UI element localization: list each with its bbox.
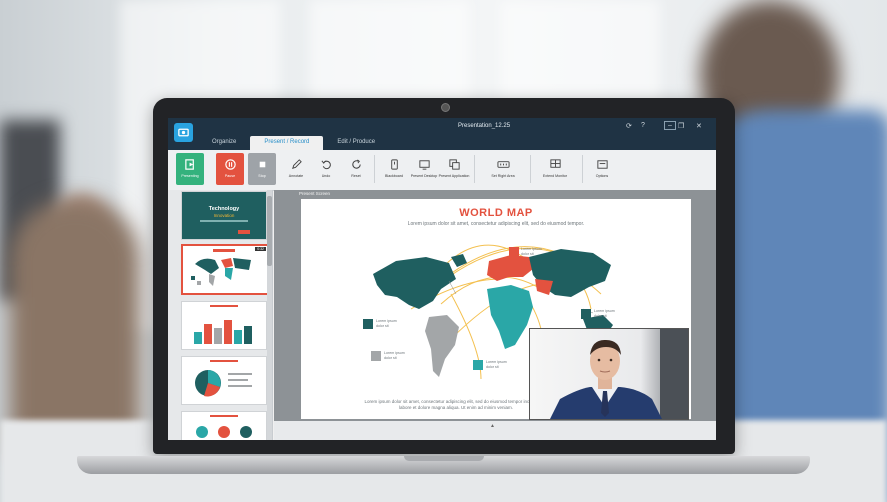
undo-button[interactable]: Undo xyxy=(312,153,340,185)
main-tabs: Organize Present / Record Edit / Produce xyxy=(198,136,389,150)
legend-item: Lorem ipsum dolor sit xyxy=(473,360,512,370)
desktop-icon xyxy=(417,157,431,171)
presenter-video xyxy=(530,329,688,419)
extend-monitor-button[interactable]: Extend Monitor xyxy=(538,153,572,185)
thumbnail-scrollbar[interactable] xyxy=(267,190,272,440)
tab-present-record[interactable]: Present / Record xyxy=(250,136,324,150)
present-screen-footer: ▲ xyxy=(274,421,716,440)
stop-icon xyxy=(255,157,269,171)
pause-icon xyxy=(223,157,237,171)
reset-button[interactable]: Reset xyxy=(342,153,370,185)
slide-footer-text: Lorem ipsum dolor sit amet, consectetur … xyxy=(364,399,548,410)
options-button[interactable]: Options xyxy=(588,153,616,185)
slide-thumbnail-selected[interactable]: 0:32 xyxy=(181,244,269,295)
legend-item: Lorem ipsum dolor sit xyxy=(371,351,410,361)
options-icon xyxy=(595,157,609,171)
window-title: Presentation_12.25 xyxy=(458,123,511,129)
minimize-button[interactable]: – xyxy=(664,121,676,130)
present-screen-label: Present Screen xyxy=(299,191,331,196)
present-desktop-button[interactable]: Present Desktop xyxy=(410,153,438,185)
stop-button[interactable]: Stop xyxy=(248,153,276,185)
slide-thumbnail[interactable] xyxy=(181,356,267,405)
presenting-icon xyxy=(183,157,197,171)
refresh-icon[interactable]: ⟳ xyxy=(626,122,632,130)
slide-thumbnail[interactable]: Technology Innovation xyxy=(181,191,267,240)
legend-item: Lorem ipsum dolor sit xyxy=(521,247,542,256)
title-bar: Organize Present / Record Edit / Produce… xyxy=(168,118,716,150)
slide-thumbnail[interactable] xyxy=(181,411,267,440)
annotate-button[interactable]: Annotate xyxy=(282,153,310,185)
webcam-overlay[interactable] xyxy=(529,328,689,420)
ribbon-toolbar: Presenting Pause Stop Annotate Undo Rese… xyxy=(168,150,716,191)
blackboard-icon xyxy=(387,157,401,171)
presenting-button[interactable]: Presenting xyxy=(176,153,204,185)
help-icon[interactable]: ? xyxy=(641,122,645,129)
app-logo-icon[interactable] xyxy=(174,123,193,142)
area-icon xyxy=(496,157,510,171)
close-button[interactable]: ✕ xyxy=(696,122,702,130)
blackboard-button[interactable]: Blackboard xyxy=(380,153,408,185)
resize-grip-icon[interactable]: ▲ xyxy=(490,423,495,429)
slide-thumbnail-panel: Technology Innovation 0:32 xyxy=(168,190,273,440)
slide-duration-badge: 0:32 xyxy=(255,247,266,251)
present-application-button[interactable]: Present Application xyxy=(439,153,469,185)
legend-item: Lorem ipsum dolor sit xyxy=(581,309,620,319)
legend-item: Lorem ipsum dolor sit xyxy=(363,319,402,329)
tab-organize[interactable]: Organize xyxy=(198,136,250,150)
application-icon xyxy=(447,157,461,171)
laptop-camera xyxy=(441,103,450,112)
maximize-button[interactable]: ❐ xyxy=(678,122,684,130)
slide-thumbnail[interactable] xyxy=(181,301,267,350)
set-right-area-button[interactable]: Set Right Area xyxy=(486,153,520,185)
tab-edit-produce[interactable]: Edit / Produce xyxy=(323,136,389,150)
app-window: Organize Present / Record Edit / Produce… xyxy=(168,118,716,440)
reset-icon xyxy=(349,157,363,171)
pause-button[interactable]: Pause xyxy=(216,153,244,185)
monitor-icon xyxy=(548,157,562,171)
pen-icon xyxy=(289,157,303,171)
undo-icon xyxy=(319,157,333,171)
present-screen: Present Screen WORLD MAP Lorem ipsum dol… xyxy=(274,190,716,440)
